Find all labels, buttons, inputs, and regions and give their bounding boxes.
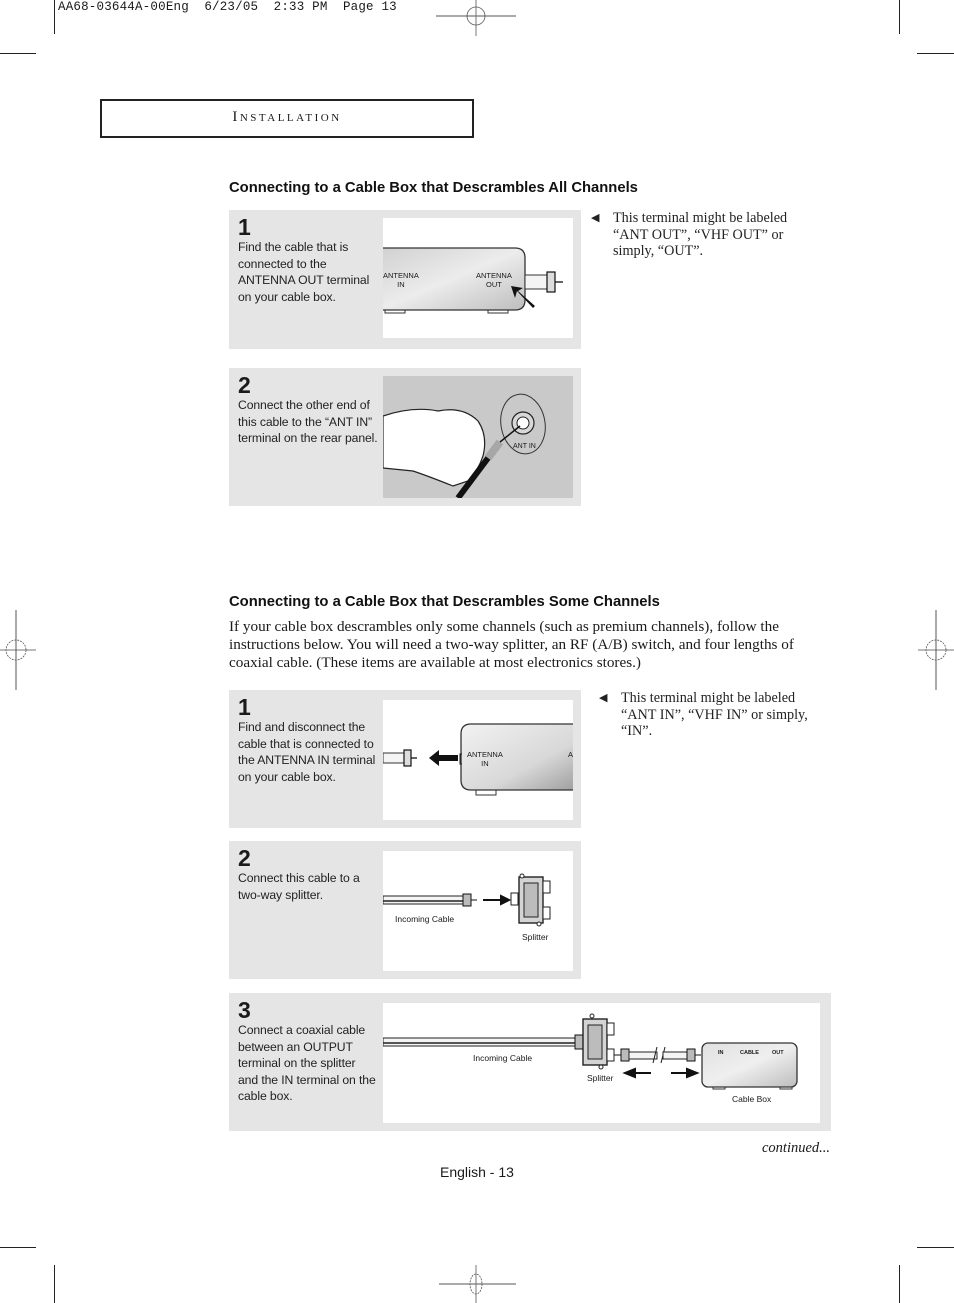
terminal-label-in: ANTENNA IN: [467, 750, 503, 768]
registration-mark-icon: [436, 0, 516, 36]
crop-mark: [899, 0, 900, 34]
registration-mark-icon: [439, 1265, 516, 1303]
section-header: Installation: [100, 99, 474, 138]
label-splitter: Splitter: [587, 1073, 614, 1083]
step-text: Connect a coaxial cable between an OUTPU…: [238, 1023, 376, 1103]
print-slug: AA68-03644A-00Eng 6/23/05 2:33 PM Page 1…: [58, 0, 397, 14]
step-number: 1: [238, 694, 251, 720]
pointer-left-icon: ◀: [599, 692, 608, 704]
terminal-label-partial: A: [568, 750, 573, 759]
section-title: Installation: [232, 109, 342, 125]
step-text: Connect this cable to a two-way splitter…: [238, 871, 360, 902]
crop-mark: [0, 53, 36, 54]
note-text: This terminal might be labeled “ANT IN”,…: [621, 690, 808, 739]
step-text: Connect the other end of this cable to t…: [238, 398, 378, 445]
splitter-illustration: [383, 873, 551, 927]
crop-mark: [899, 1265, 900, 1303]
figure-cable-box-in: ANTENNA IN A: [383, 700, 573, 820]
crop-mark: [0, 1247, 36, 1248]
step-panel: 2 Connect this cable to a two-way splitt…: [229, 841, 581, 979]
crop-mark: [917, 53, 954, 54]
crop-mark: [54, 0, 55, 34]
label-cable-box: Cable Box: [732, 1094, 772, 1104]
figure-splitter: Incoming Cable Splitter: [383, 851, 573, 971]
note: ◀ This terminal might be labeled “ANT IN…: [599, 690, 826, 740]
intro-paragraph: If your cable box descrambles only some …: [229, 618, 794, 671]
figure-splitter-to-cable-box: IN CABLE OUT Incoming Cable Splitter Cab…: [383, 1003, 820, 1123]
label-incoming-cable: Incoming Cable: [473, 1053, 533, 1063]
crop-mark: [917, 1247, 954, 1248]
terminal-label-ant-in: ANT IN: [513, 443, 536, 450]
hand-connecting-cable-illustration: [383, 393, 546, 498]
crop-mark: [54, 1265, 55, 1303]
terminal-label-out: ANTENNA OUT: [476, 271, 512, 289]
step-panel: 1 Find the cable that is connected to th…: [229, 210, 581, 349]
label-incoming-cable: Incoming Cable: [395, 914, 455, 924]
step-text: Find and disconnect the cable that is co…: [238, 720, 376, 784]
step-number: 1: [238, 214, 251, 240]
terminal-label-in: IN: [718, 1050, 724, 1056]
registration-mark-icon: [0, 610, 36, 690]
step-panel: 3 Connect a coaxial cable between an OUT…: [229, 993, 831, 1131]
heading-some-channels: Connecting to a Cable Box that Descrambl…: [229, 594, 660, 610]
page-number: English - 13: [440, 1164, 514, 1180]
step-panel: 2 Connect the other end of this cable to…: [229, 368, 581, 506]
note-text: This terminal might be labeled “ANT OUT”…: [613, 210, 788, 259]
figure-ant-in: ANT IN: [383, 376, 573, 498]
pointer-left-icon: ◀: [591, 212, 600, 224]
step-number: 2: [238, 372, 251, 398]
heading-all-channels: Connecting to a Cable Box that Descrambl…: [229, 180, 638, 196]
figure-cable-box-out: ANTENNA IN ANTENNA OUT: [383, 218, 573, 338]
label-splitter: Splitter: [522, 932, 549, 942]
note: ◀ This terminal might be labeled “ANT OU…: [591, 210, 813, 260]
step-panel: 1 Find and disconnect the cable that is …: [229, 690, 581, 828]
splitter-cable-box-illustration: [383, 1013, 798, 1090]
terminal-label-cable: CABLE: [740, 1050, 759, 1056]
terminal-label-out: OUT: [772, 1050, 784, 1056]
registration-mark-icon: [918, 610, 954, 690]
step-number: 3: [238, 997, 251, 1023]
terminal-label-in: ANTENNA IN: [383, 271, 419, 289]
continued-label: continued...: [762, 1140, 831, 1156]
step-text: Find the cable that is connected to the …: [238, 240, 370, 304]
step-number: 2: [238, 845, 251, 871]
